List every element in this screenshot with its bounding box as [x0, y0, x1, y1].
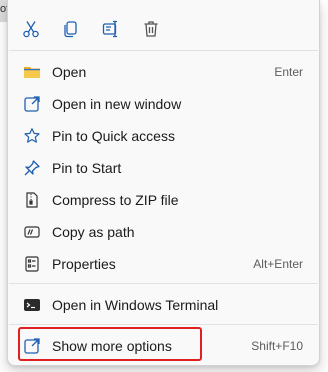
menu-divider [9, 283, 318, 284]
copy-button[interactable] [54, 12, 88, 46]
properties-icon [22, 254, 42, 274]
rename-icon [102, 20, 117, 38]
star-icon [22, 126, 42, 146]
menu-item-compress-zip[interactable]: Compress to ZIP file [14, 185, 313, 215]
copy-icon [64, 21, 77, 38]
more-options-icon [22, 336, 42, 356]
folder-icon [22, 62, 42, 82]
cut-button[interactable] [14, 12, 48, 46]
menu-item-label: Open in new window [52, 96, 182, 112]
pin-icon [22, 158, 42, 178]
delete-button[interactable] [134, 12, 168, 46]
menu-item-shortcut: Alt+Enter [253, 257, 303, 271]
menu-item-show-more-options[interactable]: Show more options Shift+F10 [14, 331, 313, 361]
menu-item-properties[interactable]: Properties Alt+Enter [14, 249, 313, 279]
terminal-icon [22, 295, 42, 315]
menu-item-shortcut: Enter [274, 65, 303, 79]
menu-item-label: Properties [52, 256, 116, 272]
rename-button[interactable] [94, 12, 128, 46]
menu-item-label: Open in Windows Terminal [52, 297, 219, 313]
menu-item-label: Compress to ZIP file [52, 192, 179, 208]
menu-divider [9, 324, 318, 325]
menu-item-open-terminal[interactable]: Open in Windows Terminal [14, 290, 313, 320]
menu-item-copy-as-path[interactable]: Copy as path [14, 217, 313, 247]
menu-item-label: Pin to Start [52, 160, 122, 176]
menu-item-label: Open [52, 64, 87, 80]
menu-item-shortcut: Shift+F10 [251, 339, 303, 353]
menu-item-open-new-window[interactable]: Open in new window [14, 89, 313, 119]
scissors-icon [23, 21, 39, 38]
context-menu-toolbar [8, 0, 319, 50]
menu-item-label: Pin to Quick access [52, 128, 175, 144]
menu-item-pin-quick-access[interactable]: Pin to Quick access [14, 121, 313, 151]
zip-icon [22, 190, 42, 210]
path-icon [22, 222, 42, 242]
trash-icon [144, 21, 158, 37]
menu-item-open[interactable]: Open Enter [14, 57, 313, 87]
menu-divider [9, 50, 318, 51]
menu-item-pin-start[interactable]: Pin to Start [14, 153, 313, 183]
menu-item-label: Copy as path [52, 224, 135, 240]
menu-item-label: Show more options [52, 338, 172, 354]
open-new-window-icon [22, 94, 42, 114]
context-menu: Open Enter Open in new window Pin to Qui… [7, 0, 320, 366]
